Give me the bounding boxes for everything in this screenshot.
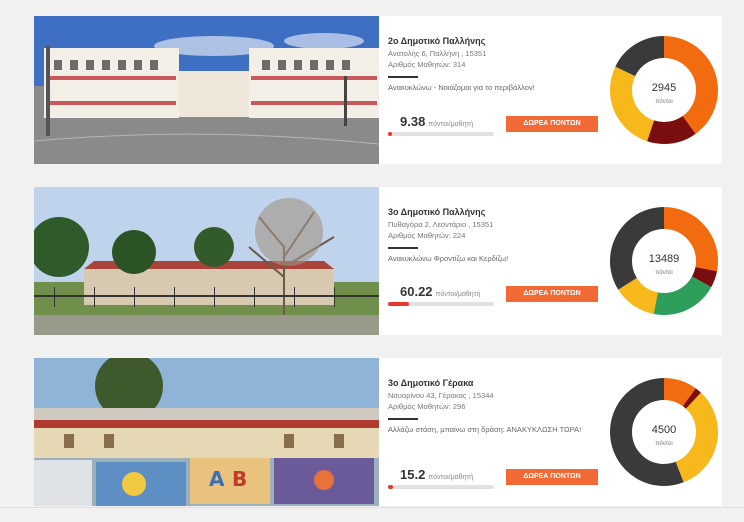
- school-slogan: Ανακυκλώνω - Νοιάζομαι για το περιβάλλον…: [388, 83, 535, 92]
- points-unit-label: πόντοι: [655, 440, 673, 447]
- score-value: 60.22: [400, 284, 433, 299]
- points-unit-label: πόντοι: [655, 269, 673, 276]
- school-photo[interactable]: A B: [34, 358, 379, 506]
- svg-text:B: B: [232, 467, 247, 491]
- student-count: Αριθμός Μαθητών: 296: [388, 402, 466, 411]
- points-donut-chart: 4500 πόντοι: [609, 377, 719, 487]
- school-photo[interactable]: [34, 16, 379, 164]
- divider-rule: [388, 76, 418, 78]
- school-address: Ανατολής 6, Παλλήνη , 15351: [388, 49, 487, 58]
- school-slogan: Αλλάζω στάση, μπαίνω στη δράση: ΑΝΑΚΥΚΛΩ…: [388, 425, 582, 434]
- donut-svg: 4500 πόντοι: [610, 378, 718, 486]
- divider-rule: [388, 418, 418, 420]
- donut-svg: 13489 πόντοι: [610, 207, 718, 315]
- student-count: Αριθμός Μαθητών: 314: [388, 60, 466, 69]
- divider-rule: [388, 247, 418, 249]
- donate-points-button[interactable]: ΔΩΡΕΑ ΠΟΝΤΩΝ: [506, 116, 598, 132]
- donate-points-button[interactable]: ΔΩΡΕΑ ΠΟΝΤΩΝ: [506, 469, 598, 485]
- school-slogan: Ανακυκλώνω Φροντίζω και Κερδίζω!: [388, 254, 509, 263]
- footer-divider: [0, 507, 744, 508]
- school-name[interactable]: 3ο Δημοτικό Παλλήνης: [388, 207, 608, 217]
- school-address: Ναυαρίνου 43, Γέρακας , 15344: [388, 391, 494, 400]
- progress-fill: [388, 302, 410, 306]
- progress-fill: [388, 132, 393, 136]
- total-points: 13489: [649, 253, 680, 265]
- school-card-2[interactable]: 3ο Δημοτικό Παλλήνης Πυθαγόρα 2, Λεοντάρ…: [34, 187, 722, 335]
- total-points: 4500: [652, 424, 676, 436]
- school-card-3[interactable]: A B 3ο Δημοτικό Γέρακα Ναυαρίνου 43, Γέρ…: [34, 358, 722, 506]
- svg-text:A: A: [209, 467, 225, 491]
- student-count: Αριθμός Μαθητών: 224: [388, 231, 466, 240]
- score-value: 15.2: [400, 467, 426, 482]
- score-unit: πόντοι/μαθητή: [435, 291, 481, 298]
- score-value: 9.38: [400, 114, 426, 129]
- progress-bar: [388, 485, 494, 489]
- points-donut-chart: 13489 πόντοι: [609, 206, 719, 316]
- points-per-student: 9.38 πόντοι/μαθητή: [400, 114, 473, 129]
- school-name[interactable]: 3ο Δημοτικό Γέρακα: [388, 378, 608, 388]
- school-photo[interactable]: [34, 187, 379, 335]
- donut-svg: 2945 πόντοι: [610, 36, 718, 144]
- points-unit-label: πόντοι: [655, 98, 673, 105]
- school-name[interactable]: 2ο Δημοτικό Παλλήνης: [388, 36, 608, 46]
- donate-points-button[interactable]: ΔΩΡΕΑ ΠΟΝΤΩΝ: [506, 286, 598, 302]
- score-unit: πόντοι/μαθητή: [428, 474, 474, 481]
- points-per-student: 60.22 πόντοι/μαθητή: [400, 284, 480, 299]
- progress-bar: [388, 132, 494, 136]
- progress-fill: [388, 485, 394, 489]
- progress-bar: [388, 302, 494, 306]
- total-points: 2945: [652, 82, 676, 94]
- school-card-1[interactable]: 2ο Δημοτικό Παλλήνης Ανατολής 6, Παλλήνη…: [34, 16, 722, 164]
- school-address: Πυθαγόρα 2, Λεοντάριο , 15351: [388, 220, 494, 229]
- score-unit: πόντοι/μαθητή: [428, 121, 474, 128]
- points-donut-chart: 2945 πόντοι: [609, 35, 719, 145]
- points-per-student: 15.2 πόντοι/μαθητή: [400, 467, 473, 482]
